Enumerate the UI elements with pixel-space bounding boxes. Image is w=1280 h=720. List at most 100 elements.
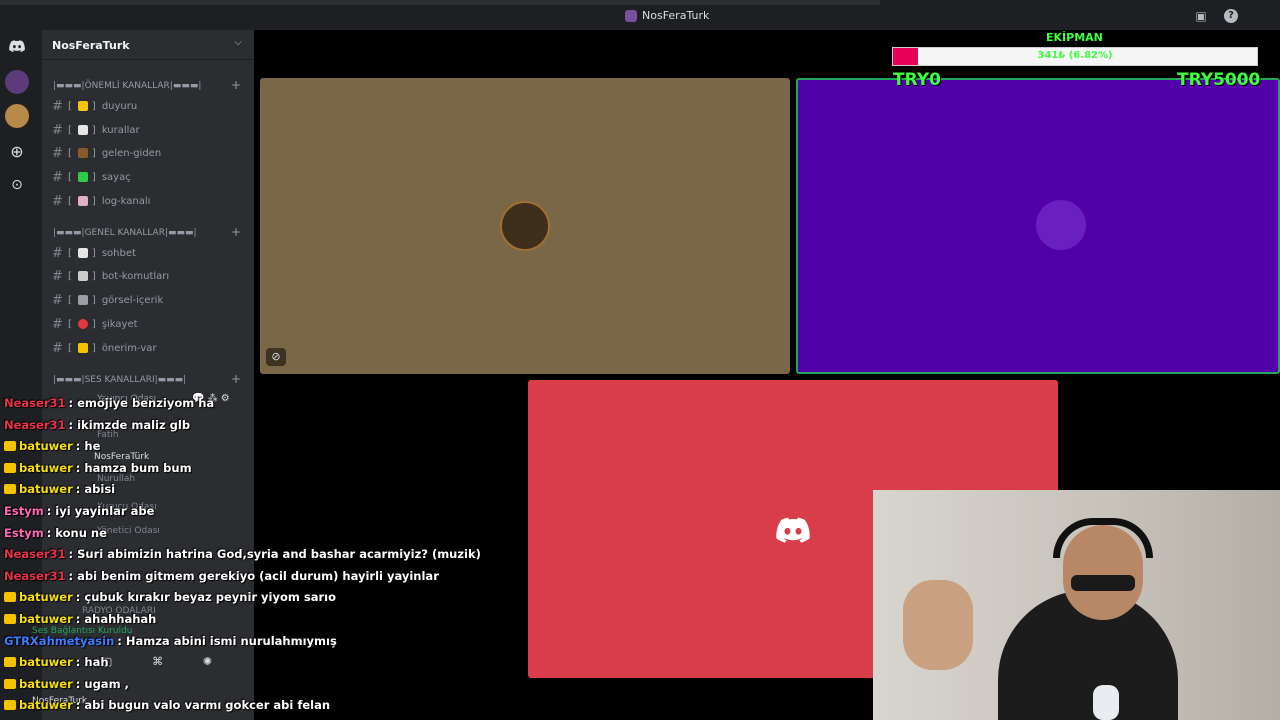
channel-gelen-giden[interactable]: #[] gelen-giden <box>52 143 242 163</box>
webcam-person-hand <box>903 580 973 670</box>
channel-label: gelen-giden <box>101 147 162 159</box>
channel-log-kanali[interactable]: #[] log-kanalı <box>52 191 242 211</box>
discord-window: NosFeraTurk ▣ ? ⊕ ⊙ NosFeraTurk ⌵ |▬▬▬|Ö… <box>0 0 1280 720</box>
chat-username: Neaser31 <box>4 547 66 562</box>
sunglasses-icon <box>1071 575 1135 591</box>
channel-label: log-kanalı <box>101 195 151 207</box>
channel-gorsel-icerik[interactable]: #[] görsel-içerik <box>52 290 242 310</box>
chat-message: Estym: iyi yayinlar abe <box>4 501 154 521</box>
chat-username: batuwer <box>19 612 73 626</box>
category-general[interactable]: |▬▬▬|GENEL KANALLAR|▬▬▬| <box>53 228 197 238</box>
chat-message: batuwer: ugam , <box>4 674 129 694</box>
goal-low-label: TRY0 <box>893 70 941 90</box>
channel-label: bot-komutları <box>101 270 170 282</box>
chat-username: Neaser31 <box>4 568 66 583</box>
add-channel-icon[interactable]: + <box>231 372 241 386</box>
chat-username: batuwer <box>19 655 73 670</box>
channel-sohbet[interactable]: #[] sohbet <box>52 243 242 263</box>
channel-label: şikayet <box>101 318 138 330</box>
chat-message: batuwer: çubuk kırakır beyaz peynir yiyo… <box>4 587 336 607</box>
crown-badge-icon <box>4 484 16 495</box>
chat-username: Neaser31 <box>4 417 66 432</box>
server-nosferaturk-icon[interactable] <box>5 70 29 94</box>
hash-icon: # <box>52 316 63 332</box>
chat-message: batuwer: abi bugun valo varmı gokcer abi… <box>4 695 330 715</box>
chat-text: : ikimzde maliz glb <box>68 417 191 432</box>
channel-bot-komutlari[interactable]: #[] bot-komutları <box>52 266 242 286</box>
hash-icon: # <box>52 98 63 114</box>
bell-icon <box>77 101 88 111</box>
chat-message: Neaser31: ikimzde maliz glb <box>4 415 190 435</box>
crown-badge-icon <box>4 614 16 624</box>
inbox-icon[interactable]: ▣ <box>1194 9 1208 23</box>
category-important[interactable]: |▬▬▬|ÖNEMLİ KANALLAR|▬▬▬| <box>53 81 201 91</box>
chat-username: Estym <box>4 525 44 540</box>
chat-username: batuwer <box>19 460 73 475</box>
gamepad-icon[interactable]: ⌘ <box>152 655 163 675</box>
participant-avatar <box>1036 200 1086 250</box>
chat-message: batuwer: hamza bum bum <box>4 458 192 478</box>
participant-tile-1[interactable]: ⊘ <box>260 78 790 374</box>
door-icon <box>77 148 88 158</box>
server-avatar-icon[interactable] <box>5 104 29 128</box>
channel-kurallar[interactable]: #[] kurallar <box>52 120 242 140</box>
chevron-down-icon: ⌵ <box>234 37 242 48</box>
add-channel-icon[interactable]: + <box>231 225 241 239</box>
thumbs-up-icon <box>77 343 88 353</box>
hash-icon: # <box>52 340 63 356</box>
chat-text: : hah <box>75 655 109 670</box>
chat-text: : konu ne <box>46 525 107 540</box>
channel-duyuru[interactable]: #[] duyuru <box>52 96 242 116</box>
chat-text: : abi benim gitmem gerekiyo (acil durum)… <box>68 568 439 583</box>
page-icon <box>77 125 88 135</box>
crown-badge-icon <box>4 678 16 689</box>
goal-progress-bar: 341₺ (6.82%) <box>892 47 1258 66</box>
goal-title: EKİPMAN <box>1046 31 1103 44</box>
chat-text: : emojiye benziyom ha <box>68 396 215 410</box>
chat-message: batuwer: he <box>4 436 100 456</box>
chat-message: batuwer: abisi <box>4 479 115 499</box>
soundboard-icon[interactable]: ✺ <box>203 655 212 675</box>
crown-badge-icon <box>4 657 16 668</box>
channel-label: duyuru <box>101 100 138 112</box>
crown-badge-icon <box>4 441 16 452</box>
add-channel-icon[interactable]: + <box>231 78 241 92</box>
window-title: NosFeraTurk <box>625 9 709 22</box>
channel-sayac[interactable]: #[] sayaç <box>52 167 242 187</box>
chat-text: : he <box>75 439 101 454</box>
crown-badge-icon <box>4 462 16 473</box>
crown-badge-icon <box>4 592 16 603</box>
microphone-icon <box>1093 685 1119 720</box>
explore-icon[interactable]: ⊙ <box>5 173 29 197</box>
add-server-icon[interactable]: ⊕ <box>5 140 29 164</box>
mic-muted-icon[interactable]: ⊘ <box>266 348 286 366</box>
chat-text: : iyi yayinlar abe <box>46 504 155 518</box>
title-bar-accent <box>0 0 880 5</box>
camera-icon <box>77 295 88 305</box>
channel-sikayet[interactable]: #[] şikayet <box>52 314 242 334</box>
hash-icon: # <box>52 169 63 185</box>
chat-message: Neaser31: Suri abimizin hatrina God,syri… <box>4 544 481 564</box>
participant-tile-2[interactable] <box>796 78 1280 374</box>
chat-username: batuwer <box>19 439 73 454</box>
chat-text: : Hamza abini ismi nurulahmıymış <box>117 633 337 648</box>
chat-text: : abisi <box>75 482 116 497</box>
channel-label: sayaç <box>101 171 131 183</box>
help-icon[interactable]: ? <box>1224 9 1238 23</box>
participant-avatar <box>500 201 550 251</box>
category-voice[interactable]: |▬▬▬|SES KANALLARI|▬▬▬| <box>53 375 186 385</box>
server-icon <box>625 9 637 22</box>
ghost-icon <box>77 271 88 281</box>
angry-face-icon <box>77 319 88 329</box>
window-title-text: NosFeraTurk <box>642 9 710 22</box>
discord-logo-icon <box>776 517 810 543</box>
goal-progress-text: 341₺ (6.82%) <box>1037 50 1113 61</box>
chat-message: GTRXahmetyasin: Hamza abini ismi nurulah… <box>4 631 337 651</box>
chat-text: : hamza bum bum <box>75 460 192 475</box>
hash-icon: # <box>52 292 63 308</box>
chat-username: batuwer <box>19 676 73 691</box>
server-header[interactable]: NosFeraTurk ⌵ <box>42 30 254 60</box>
webcam-feed <box>873 490 1280 720</box>
discord-home-icon[interactable] <box>5 34 29 58</box>
channel-onerim-var[interactable]: #[] önerim-var <box>52 338 242 358</box>
